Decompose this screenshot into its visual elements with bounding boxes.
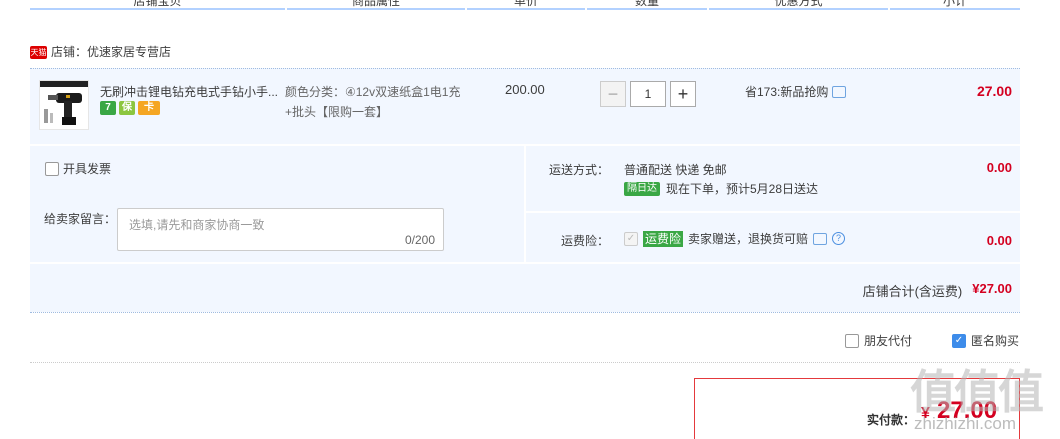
- header-unit-price: 单价: [467, 0, 585, 10]
- drill-image-icon: [40, 81, 88, 125]
- friend-pay-option[interactable]: 朋友代付: [845, 332, 912, 349]
- invoice-option[interactable]: 开具发票: [45, 160, 111, 177]
- header-attrs: 商品属性: [287, 0, 465, 10]
- product-title-link[interactable]: 无刷冲击锂电钻充电式手钻小手...: [100, 83, 280, 100]
- insurance-body: ✓ 运费险 卖家赠送，退换货可赔 ?: [624, 230, 846, 247]
- memo-placeholder: 选填,请先和商家协商一致: [129, 218, 265, 232]
- shop-name[interactable]: 店铺：优速家居专营店: [51, 44, 171, 60]
- shop-total-amount: ¥27.00: [972, 281, 1012, 296]
- anonymous-label: 匿名购买: [971, 334, 1020, 348]
- insurance-checkbox[interactable]: ✓: [624, 231, 638, 246]
- seven-day-return-icon[interactable]: 7: [100, 101, 116, 115]
- shipping-fee: 0.00: [986, 160, 1012, 175]
- divider: [30, 312, 1020, 313]
- unit-price: 200.00: [505, 82, 545, 97]
- anonymous-checkbox[interactable]: ✓: [952, 333, 966, 348]
- order-item-row: 无刷冲击锂电钻充电式手钻小手... 7 保 卡 颜色分类：④12v双速纸盒1电1…: [30, 68, 1020, 144]
- service-badges: 7 保 卡: [100, 101, 160, 115]
- seller-memo-textarea[interactable]: 选填,请先和商家协商一致 0/200: [117, 208, 444, 251]
- promotion: 省173:新品抢购: [745, 83, 847, 100]
- next-day-badge: 隔日达: [624, 181, 660, 196]
- product-sku: 颜色分类：④12v双速纸盒1电1充+批头【限购一套】: [285, 85, 461, 119]
- friend-pay-checkbox[interactable]: [845, 333, 859, 348]
- shipping-insurance: 运费险： ✓ 运费险 卖家赠送，退换货可赔 ? 0.00: [526, 213, 1020, 262]
- order-table-header: 店铺宝贝 商品属性 单价 数量 优惠方式 小计: [30, 0, 1020, 16]
- help-icon[interactable]: ?: [832, 232, 846, 245]
- tmall-icon: 天猫: [30, 45, 47, 59]
- header-quantity: 数量: [587, 0, 707, 10]
- promotion-text: 省173:新品抢购: [745, 85, 829, 99]
- delivery-eta: 现在下单，预计5月28日送达: [666, 182, 819, 196]
- memo-label: 给卖家留言：: [44, 212, 117, 226]
- chat-icon[interactable]: [813, 232, 828, 245]
- guarantee-icon[interactable]: 保: [119, 101, 135, 115]
- shipping-method[interactable]: 普通配送 快递 免邮: [624, 161, 727, 178]
- delivery-estimate: 隔日达 现在下单，预计5月28日送达: [624, 180, 818, 197]
- increase-quantity-button[interactable]: +: [670, 81, 696, 107]
- shop-total: 店铺合计(含运费) ¥27.00: [863, 281, 1012, 300]
- shipping-label: 运送方式：: [549, 163, 610, 177]
- header-subtotal: 小计: [890, 0, 1020, 10]
- header-discount: 优惠方式: [709, 0, 888, 10]
- item-subtotal: 27.00: [976, 83, 1012, 99]
- header-shop-item: 店铺宝贝: [30, 0, 285, 10]
- divider: [30, 262, 1020, 264]
- memo-char-count: 0/200: [404, 233, 435, 247]
- shop-total-label: 店铺合计(含运费): [862, 284, 963, 299]
- invoice-checkbox[interactable]: [45, 161, 59, 176]
- friend-pay-label: 朋友代付: [864, 334, 913, 348]
- watermark-logo: 值值值: [910, 366, 1044, 418]
- payment-label: 实付款：: [867, 413, 916, 427]
- buyer-options: 开具发票 给卖家留言： 选填,请先和商家协商一致 0/200: [30, 146, 523, 262]
- invoice-label: 开具发票: [63, 162, 112, 176]
- quantity-stepper: − 1 +: [600, 81, 696, 109]
- insurance-badge: 运费险: [643, 230, 684, 247]
- product-thumbnail[interactable]: [39, 80, 89, 130]
- credit-card-icon[interactable]: 卡: [138, 101, 160, 115]
- shop-name-row: 天猫 店铺：优速家居专营店: [30, 44, 171, 60]
- insurance-fee: 0.00: [986, 233, 1012, 248]
- watermark-site: zhizhizhi.com: [914, 414, 1017, 433]
- chat-icon[interactable]: [832, 85, 847, 98]
- shipping-option: 运送方式： 普通配送 快递 免邮 隔日达 现在下单，预计5月28日送达 0.00: [526, 146, 1020, 211]
- anonymous-purchase-option[interactable]: ✓ 匿名购买: [952, 332, 1019, 349]
- decrease-quantity-button[interactable]: −: [600, 81, 626, 107]
- divider: [30, 362, 1020, 363]
- order-options: 开具发票 给卖家留言： 选填,请先和商家协商一致 0/200 运送方式： 普通配…: [30, 146, 1020, 312]
- quantity-input[interactable]: 1: [630, 81, 666, 107]
- insurance-text: 卖家赠送，退换货可赔: [688, 232, 809, 246]
- insurance-label: 运费险：: [561, 234, 610, 248]
